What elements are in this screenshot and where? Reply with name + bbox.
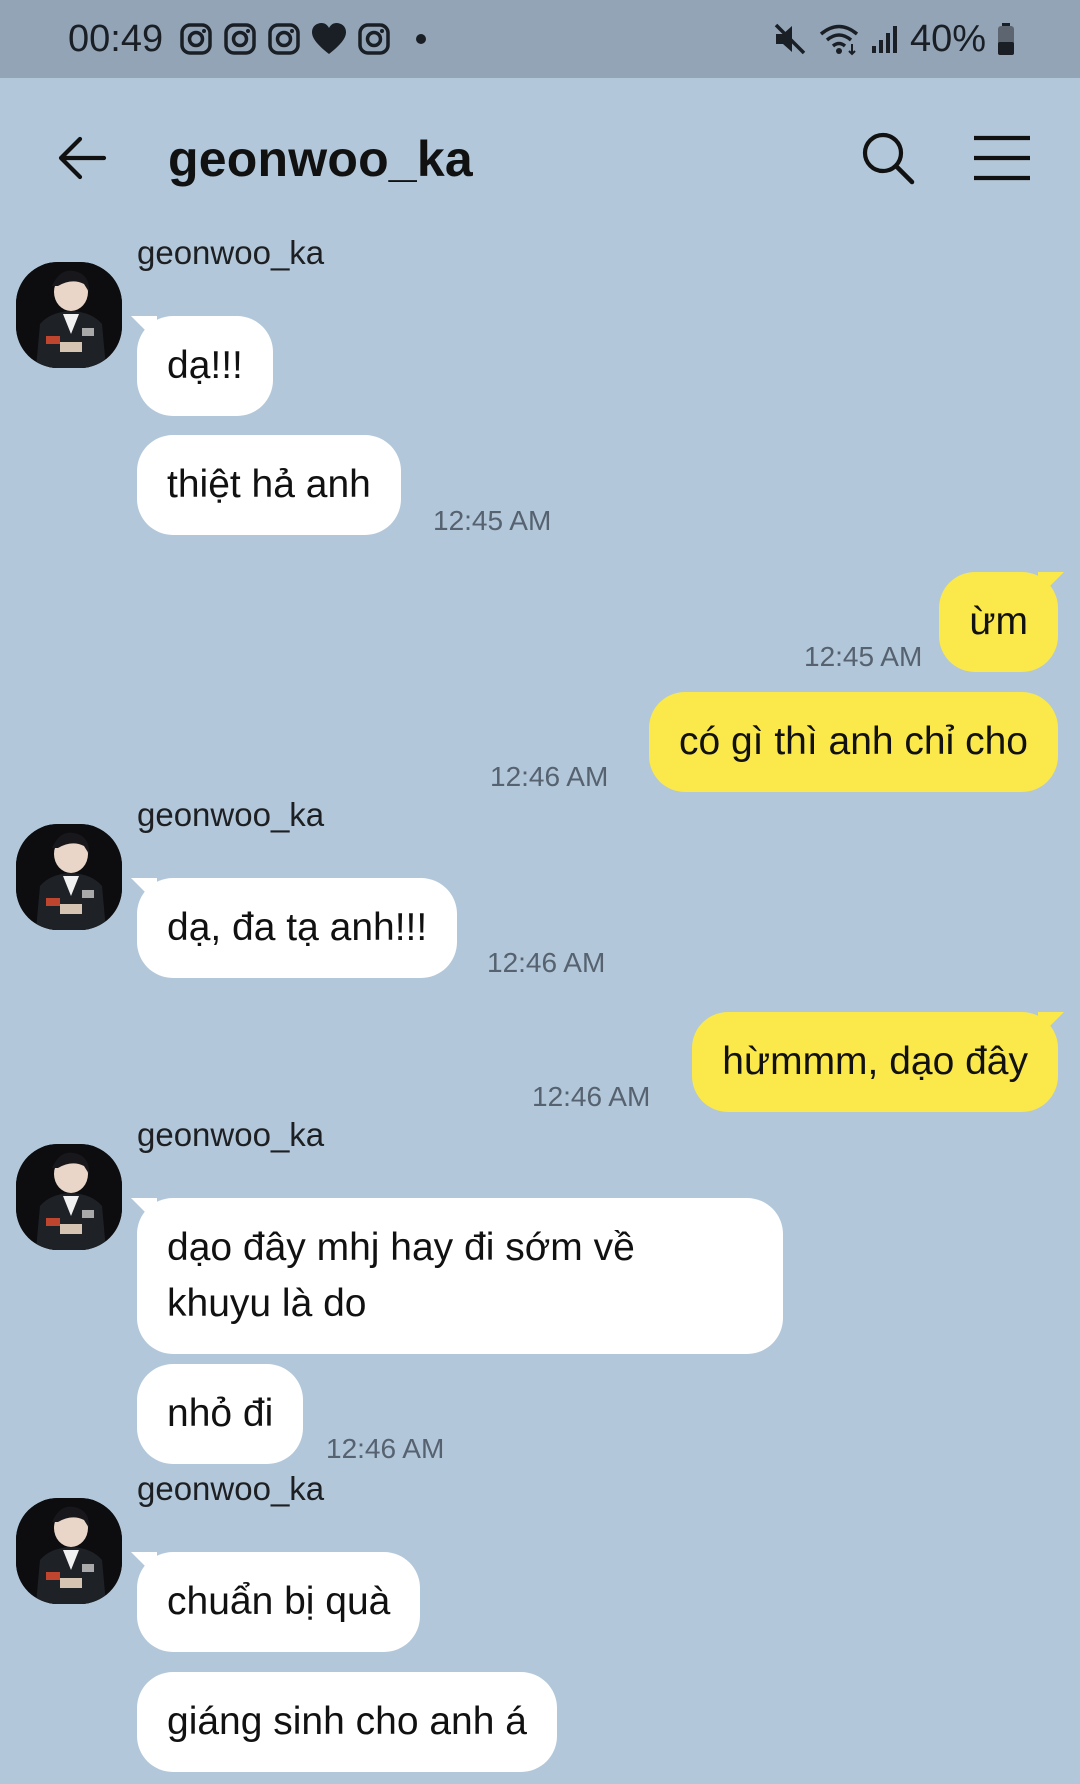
heart-icon — [311, 22, 347, 56]
sender-name: geonwoo_ka — [137, 1470, 325, 1507]
sender-name: geonwoo_ka — [137, 796, 325, 833]
message-bubble[interactable]: hừmmm, dạo đây — [692, 1012, 1058, 1112]
search-icon[interactable] — [858, 128, 918, 188]
instagram-icon — [267, 22, 301, 56]
message-timestamp: 12:45 AM — [804, 641, 923, 672]
message-bubble[interactable]: có gì thì anh chỉ cho — [648, 692, 1058, 792]
avatar[interactable] — [16, 262, 122, 368]
chat-header: geonwoo_ka — [0, 78, 1080, 238]
battery-percent: 40% — [909, 17, 986, 60]
sender-name: geonwoo_ka — [137, 1116, 325, 1153]
instagram-icon — [223, 22, 257, 56]
message-list[interactable]: geonwoo_ka dạ!!! thiệt hả anh 12:45 AM ừ… — [0, 238, 1080, 1784]
status-bar-left: 00:49 — [68, 18, 427, 61]
message-bubble[interactable]: ừm — [939, 572, 1058, 672]
back-arrow-icon[interactable] — [52, 128, 112, 188]
chat-title: geonwoo_ka — [168, 131, 473, 187]
wifi-icon — [818, 22, 860, 56]
sender-name: geonwoo_ka — [137, 238, 325, 271]
message-timestamp: 12:46 AM — [326, 1433, 445, 1464]
message-timestamp: 12:45 AM — [433, 505, 552, 536]
message-bubble[interactable]: dạ!!! — [137, 316, 273, 416]
instagram-icon — [179, 22, 213, 56]
battery-icon — [996, 22, 1016, 56]
status-bar-right: 40% — [772, 18, 1016, 61]
message-bubble[interactable]: giáng sinh cho anh á — [137, 1672, 557, 1772]
avatar[interactable] — [16, 824, 122, 930]
status-time: 00:49 — [68, 17, 164, 60]
menu-icon[interactable] — [972, 130, 1032, 186]
message-bubble[interactable]: thiệt hả anh — [137, 435, 401, 535]
signal-icon — [870, 24, 900, 54]
message-timestamp: 12:46 AM — [487, 947, 606, 978]
dot-icon — [415, 33, 427, 45]
message-bubble[interactable]: nhỏ đi — [137, 1364, 304, 1464]
message-bubble[interactable]: dạ, đa tạ anh!!! — [137, 878, 458, 978]
message-bubble[interactable]: dạo đây mhj hay đi sớm về khuyu là do — [137, 1198, 783, 1354]
instagram-icon — [357, 22, 391, 56]
mute-icon — [772, 22, 808, 56]
message-timestamp: 12:46 AM — [490, 761, 609, 792]
avatar[interactable] — [16, 1144, 122, 1250]
status-bar: 00:49 40% — [0, 0, 1080, 78]
message-timestamp: 12:46 AM — [532, 1081, 651, 1112]
message-bubble[interactable]: chuẩn bị quà — [137, 1552, 421, 1652]
avatar[interactable] — [16, 1498, 122, 1604]
